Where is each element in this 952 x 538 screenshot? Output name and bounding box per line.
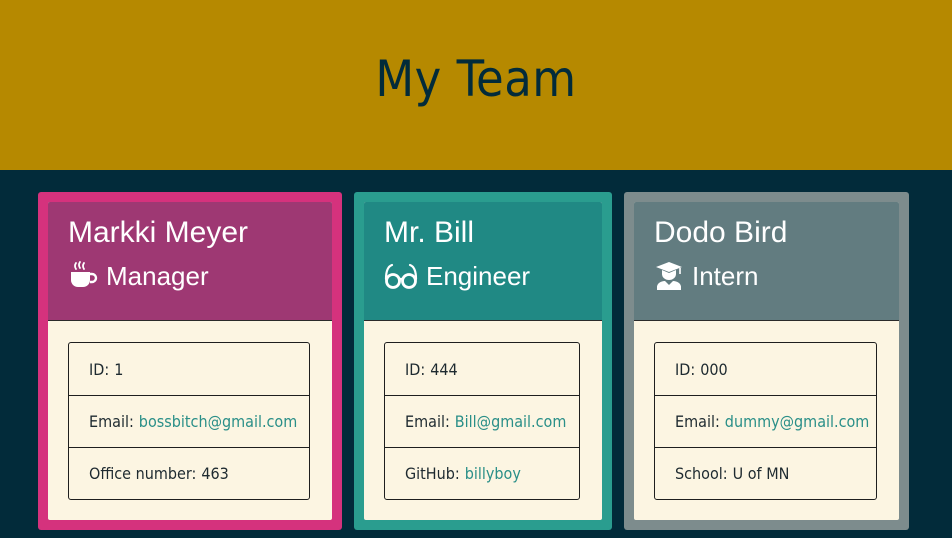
list-item-school: School: U of MN (655, 447, 876, 499)
email-link[interactable]: bossbitch@gmail.com (139, 412, 297, 431)
page-header: My Team (0, 0, 952, 170)
employee-name: Dodo Bird (654, 216, 788, 249)
id-value: 444 (430, 359, 458, 379)
info-list: ID: 000 Email: dummy@gmail.com School: U… (654, 342, 877, 500)
github-link[interactable]: billyboy (465, 464, 521, 483)
employee-card-intern: Dodo Bird Intern ID: 000 Email: dummy@gm… (624, 192, 909, 530)
office-number-value: 463 (201, 464, 229, 483)
email-label: Email: (89, 412, 134, 431)
list-item-id: ID: 444 (385, 343, 579, 395)
list-item-id: ID: 000 (655, 343, 876, 395)
employee-card-manager: Markki Meyer Manager ID: 1 Email: bossbi… (38, 192, 342, 530)
list-item-office-number: Office number: 463 (69, 447, 309, 499)
id-value: 1 (114, 359, 124, 379)
role-label: Intern (692, 261, 759, 291)
list-item-id: ID: 1 (69, 343, 309, 395)
card-body: Mr. Bill Engineer ID: 444 Email: Bill@gm… (364, 202, 602, 520)
card-body: Dodo Bird Intern ID: 000 Email: dummy@gm… (634, 202, 899, 520)
employee-card-engineer: Mr. Bill Engineer ID: 444 Email: Bill@gm… (354, 192, 612, 530)
role-label: Engineer (426, 261, 531, 291)
id-label: ID: (405, 359, 426, 379)
list-item-email: Email: dummy@gmail.com (655, 395, 876, 447)
card-body: Markki Meyer Manager ID: 1 Email: bossbi… (48, 202, 332, 520)
info-list: ID: 1 Email: bossbitch@gmail.com Office … (68, 342, 310, 500)
graduate-icon (654, 261, 684, 291)
role-label: Manager (106, 261, 209, 291)
employee-role: Engineer (384, 261, 602, 291)
employee-role: Manager (68, 261, 332, 291)
list-item-email: Email: bossbitch@gmail.com (69, 395, 309, 447)
card-header: Mr. Bill Engineer (364, 202, 602, 321)
github-label: GitHub: (405, 464, 460, 483)
email-link[interactable]: dummy@gmail.com (725, 412, 870, 431)
list-item-email: Email: Bill@gmail.com (385, 395, 579, 447)
email-label: Email: (675, 412, 720, 431)
card-header: Markki Meyer Manager (48, 202, 332, 321)
id-label: ID: (675, 359, 696, 379)
id-label: ID: (89, 359, 110, 379)
email-link[interactable]: Bill@gmail.com (455, 412, 567, 431)
id-value: 000 (700, 359, 728, 379)
employee-name: Markki Meyer (68, 216, 249, 249)
office-number-label: Office number: (89, 464, 197, 483)
glasses-icon (384, 261, 418, 291)
list-item-github: GitHub: billyboy (385, 447, 579, 499)
card-header: Dodo Bird Intern (634, 202, 899, 321)
employee-role: Intern (654, 261, 899, 291)
email-label: Email: (405, 412, 450, 431)
coffee-icon (68, 261, 98, 291)
school-value: U of MN (732, 464, 790, 483)
school-label: School: (675, 464, 728, 483)
employee-name: Mr. Bill (384, 216, 474, 249)
page-title: My Team (375, 50, 577, 108)
info-list: ID: 444 Email: Bill@gmail.com GitHub: bi… (384, 342, 580, 500)
